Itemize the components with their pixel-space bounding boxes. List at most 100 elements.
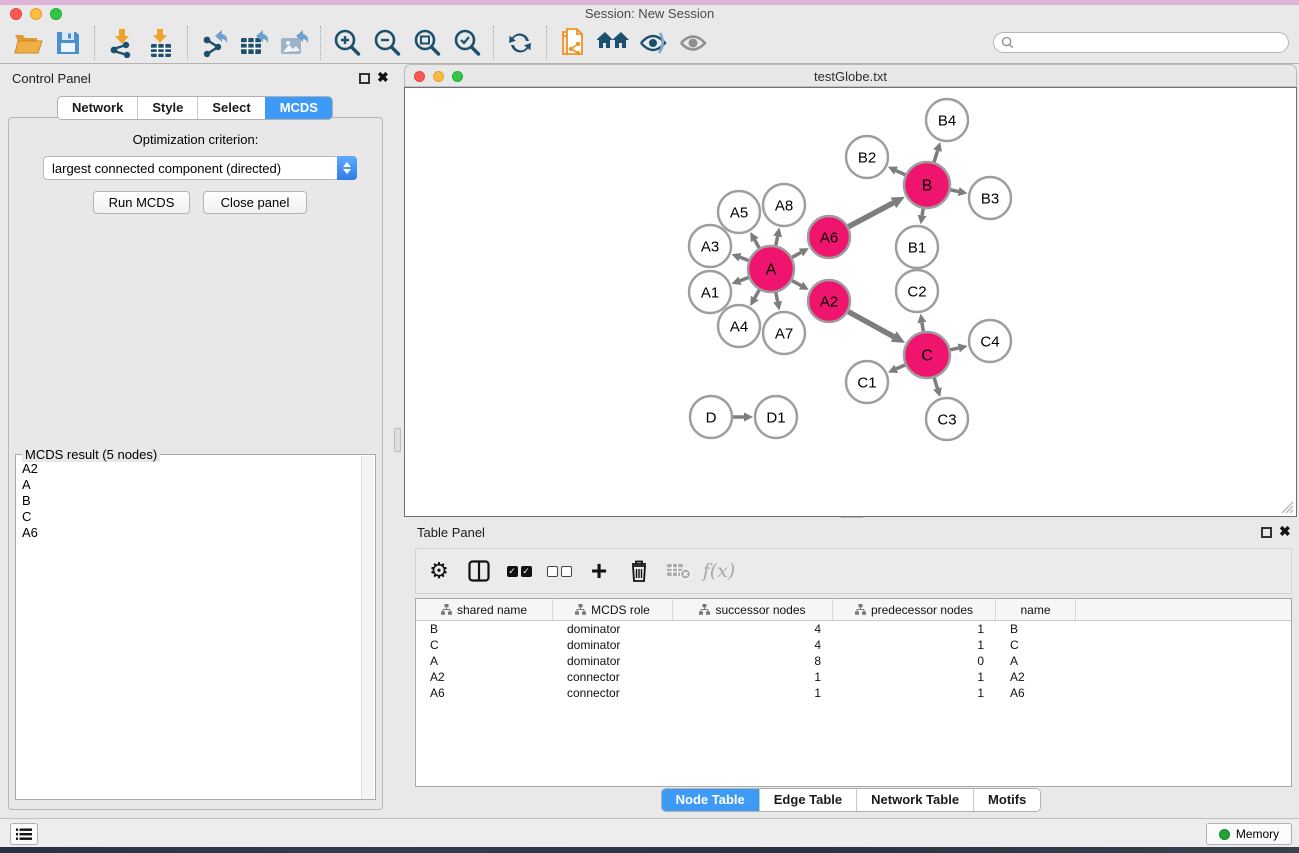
tab-motifs[interactable]: Motifs [973,789,1040,811]
mcds-result-item[interactable]: A2 [22,461,361,477]
cell-name[interactable]: C [996,638,1076,652]
network-window-titlebar[interactable]: testGlobe.txt [404,64,1297,87]
tab-network-table[interactable]: Network Table [856,789,973,811]
column-header-predecessor-nodes[interactable]: predecessor nodes [833,599,996,620]
float-table-panel-icon[interactable] [1261,527,1272,538]
cell-predecessor-nodes[interactable]: 1 [833,622,996,636]
edge-A-A1[interactable] [740,277,749,280]
open-session-button[interactable] [8,25,48,61]
edge-A-A6[interactable] [792,252,801,257]
column-view-icon[interactable] [466,558,492,584]
table-row[interactable]: A6connector11A6 [416,685,1291,701]
search-input[interactable] [1018,34,1288,51]
search-field[interactable] [993,32,1289,53]
close-window-button[interactable] [10,8,22,20]
cell-predecessor-nodes[interactable]: 1 [833,670,996,684]
table-settings-gear-icon[interactable]: ⚙ [426,558,452,584]
table-row[interactable]: Cdominator41C [416,637,1291,653]
mcds-result-scrollbar[interactable] [361,456,374,799]
column-header-name[interactable]: name [996,599,1076,620]
zoom-out-button[interactable] [367,25,407,61]
cell-shared-name[interactable]: A2 [416,670,553,684]
cell-MCDS-role[interactable]: connector [553,670,673,684]
node-table[interactable]: shared nameMCDS rolesuccessor nodesprede… [415,598,1292,787]
edge-C-C1[interactable] [896,365,905,369]
cell-successor-nodes[interactable]: 4 [673,622,833,636]
import-table-button[interactable] [141,25,181,61]
edge-A-A3[interactable] [740,257,749,260]
edge-A-A5[interactable] [755,240,760,248]
run-mcds-button[interactable]: Run MCDS [93,191,190,214]
clone-network-button[interactable] [553,25,593,61]
cell-name[interactable]: B [996,622,1076,636]
tab-mcds[interactable]: MCDS [265,97,332,119]
node-table-body[interactable]: Bdominator41BCdominator41CAdominator80AA… [416,621,1291,701]
refresh-button[interactable] [500,25,540,61]
mcds-result-item[interactable]: A [22,477,361,493]
close-table-panel-icon[interactable]: ✖ [1279,526,1291,537]
cell-MCDS-role[interactable]: dominator [553,654,673,668]
criterion-dropdown[interactable]: largest connected component (directed) [43,156,357,180]
cell-MCDS-role[interactable]: connector [553,686,673,700]
mcds-result-item[interactable]: B [22,493,361,509]
show-all-eye-button[interactable] [673,25,713,61]
edge-B-B2[interactable] [896,171,905,175]
import-network-button[interactable] [101,25,141,61]
vertical-splitter-handle[interactable] [394,428,401,452]
cell-name[interactable]: A2 [996,670,1076,684]
edge-A-A4[interactable] [755,290,760,298]
cell-successor-nodes[interactable]: 1 [673,686,833,700]
zoom-fit-button[interactable] [407,25,447,61]
edge-A-A2[interactable] [792,281,801,286]
edge-B-B3[interactable] [951,190,959,192]
edge-A-A8[interactable] [776,236,778,245]
mcds-result-item[interactable]: C [22,509,361,525]
cell-predecessor-nodes[interactable]: 1 [833,686,996,700]
edge-C-C2[interactable] [922,323,923,332]
node-table-header[interactable]: shared nameMCDS rolesuccessor nodesprede… [416,599,1291,621]
cell-MCDS-role[interactable]: dominator [553,638,673,652]
maximize-window-button[interactable] [50,8,62,20]
export-image-button[interactable] [274,25,314,61]
network-graph[interactable]: B4B2BB3A8A5A6A3B1AC2A1A2A4A7C4CC1C3DD1 [405,88,1296,516]
cell-predecessor-nodes[interactable]: 0 [833,654,996,668]
cell-successor-nodes[interactable]: 1 [673,670,833,684]
cell-shared-name[interactable]: B [416,622,553,636]
edge-C-C4[interactable] [950,348,958,350]
edge-B-B1[interactable] [922,209,923,216]
cell-shared-name[interactable]: C [416,638,553,652]
task-history-button[interactable] [10,823,38,845]
cell-name[interactable]: A6 [996,686,1076,700]
layout-home-button[interactable] [593,25,633,61]
close-panel-button[interactable]: Close panel [203,191,307,214]
window-resize-grip[interactable] [1281,501,1294,514]
tab-select[interactable]: Select [197,97,264,119]
cell-MCDS-role[interactable]: dominator [553,622,673,636]
mcds-result-item[interactable]: A6 [22,525,361,541]
zoom-in-button[interactable] [327,25,367,61]
cell-successor-nodes[interactable]: 4 [673,638,833,652]
column-header-successor-nodes[interactable]: successor nodes [673,599,833,620]
select-all-columns-icon[interactable]: ✓✓ [506,558,532,584]
cell-predecessor-nodes[interactable]: 1 [833,638,996,652]
add-column-icon[interactable]: + [586,558,612,584]
maximize-network-button[interactable] [452,71,463,82]
table-row[interactable]: Bdominator41B [416,621,1291,637]
minimize-window-button[interactable] [30,8,42,20]
edge-B-B4[interactable] [934,151,938,162]
table-row[interactable]: A2connector11A2 [416,669,1291,685]
edge-A2-C[interactable] [848,312,893,337]
column-header-shared-name[interactable]: shared name [416,599,553,620]
memory-button[interactable]: Memory [1206,823,1292,845]
tab-node-table[interactable]: Node Table [662,789,759,811]
close-network-button[interactable] [414,71,425,82]
float-panel-icon[interactable] [359,73,370,84]
hide-selected-eye-slash-button[interactable] [633,25,673,61]
tab-style[interactable]: Style [137,97,197,119]
table-row[interactable]: Adominator80A [416,653,1291,669]
zoom-selected-button[interactable] [447,25,487,61]
export-table-button[interactable] [234,25,274,61]
cell-shared-name[interactable]: A6 [416,686,553,700]
save-session-button[interactable] [48,25,88,61]
close-panel-icon[interactable]: ✖ [377,72,389,83]
